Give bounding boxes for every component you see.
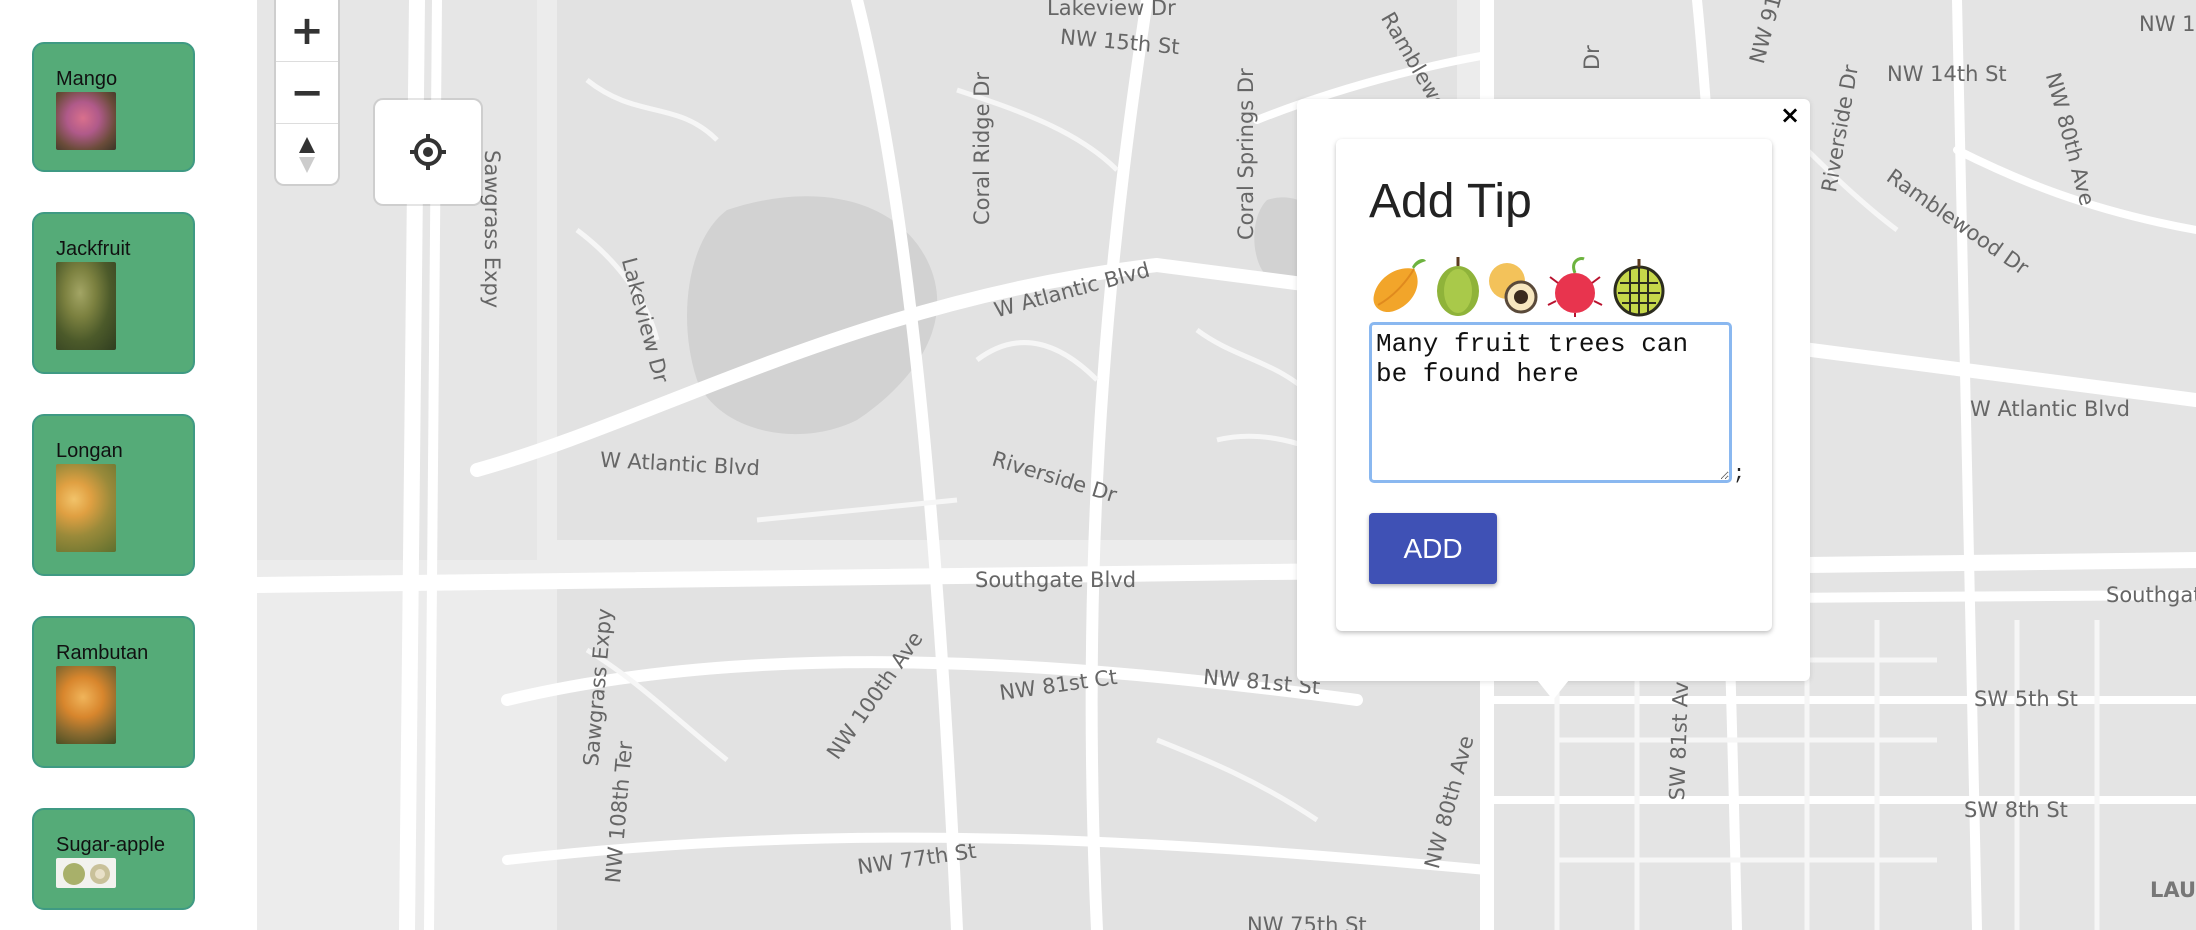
rambutan-icon[interactable] (1546, 255, 1604, 317)
geolocate-icon (410, 134, 446, 170)
map-street-label: SW 81st Ave (1665, 668, 1694, 801)
longan-photo (56, 464, 116, 552)
stray-text: ; (1733, 463, 1746, 486)
map-street-label: Southgat (2106, 583, 2196, 607)
zoom-in-button[interactable]: + (276, 0, 338, 62)
fruit-card-jackfruit[interactable]: Jackfruit (32, 212, 195, 374)
fruit-card-label: Jackfruit (56, 238, 131, 260)
fruit-card-longan[interactable]: Longan (32, 414, 195, 576)
jackfruit-photo (56, 262, 116, 350)
plus-icon: + (290, 7, 324, 54)
map-street-label: W Atlantic Blvd (1970, 397, 2130, 421)
map-street-label: Southgate Blvd (975, 568, 1137, 592)
sugar-apple-photo (56, 858, 116, 888)
tip-textarea[interactable]: Many fruit trees can be found here (1369, 322, 1732, 483)
map-street-label: NW 1 (2139, 12, 2196, 36)
fruit-card-label: Mango (56, 68, 118, 90)
map-street-label: NW 75th St (1247, 913, 1367, 930)
road-network (257, 0, 2196, 930)
fruit-card-label: Rambutan (56, 642, 149, 664)
popup-title: Add Tip (1369, 175, 1532, 228)
fruit-sidebar: Mango Jackfruit Longan Rambutan Sugar-ap… (0, 0, 257, 930)
mango-photo (56, 92, 116, 150)
fruit-card-rambutan[interactable]: Rambutan (32, 616, 195, 768)
rambutan-photo (56, 666, 116, 744)
minus-icon: − (290, 69, 324, 116)
map-street-label: LAU (2150, 878, 2196, 902)
navigation-control: + − (276, 0, 338, 184)
map-street-label: SW 5th St (1974, 687, 2078, 711)
mango-icon[interactable] (1368, 255, 1426, 317)
map-canvas[interactable]: Lakeview Dr NW 15th St NW 14th St Sawgra… (257, 0, 2196, 930)
map-street-label: SW 8th St (1964, 798, 2068, 822)
close-icon[interactable]: × (1775, 100, 1805, 130)
longan-icon[interactable] (1485, 255, 1543, 317)
add-button[interactable]: ADD (1369, 513, 1497, 584)
geolocate-button[interactable] (375, 100, 481, 204)
popup-pointer (1537, 680, 1569, 700)
map-street-label: Sawgrass Expy (480, 150, 504, 309)
fruit-card-mango[interactable]: Mango (32, 42, 195, 172)
compass-icon (299, 136, 315, 173)
zoom-out-button[interactable]: − (276, 62, 338, 124)
compass-button[interactable] (276, 124, 338, 185)
fruit-card-label: Longan (56, 440, 123, 462)
sugar-apple-icon[interactable] (1610, 255, 1668, 317)
fruit-card-label: Sugar-apple (56, 834, 165, 856)
map-street-label: Coral Springs Dr (1234, 68, 1258, 240)
jackfruit-icon[interactable] (1430, 255, 1488, 317)
map-street-label: Coral Ridge Dr (970, 71, 994, 225)
fruit-card-sugar-apple[interactable]: Sugar-apple (32, 808, 195, 910)
map-street-label: NW 14th St (1887, 62, 2007, 86)
map-street-label: Lakeview Dr (1047, 0, 1176, 20)
map-street-label: Dr (1580, 45, 1604, 70)
